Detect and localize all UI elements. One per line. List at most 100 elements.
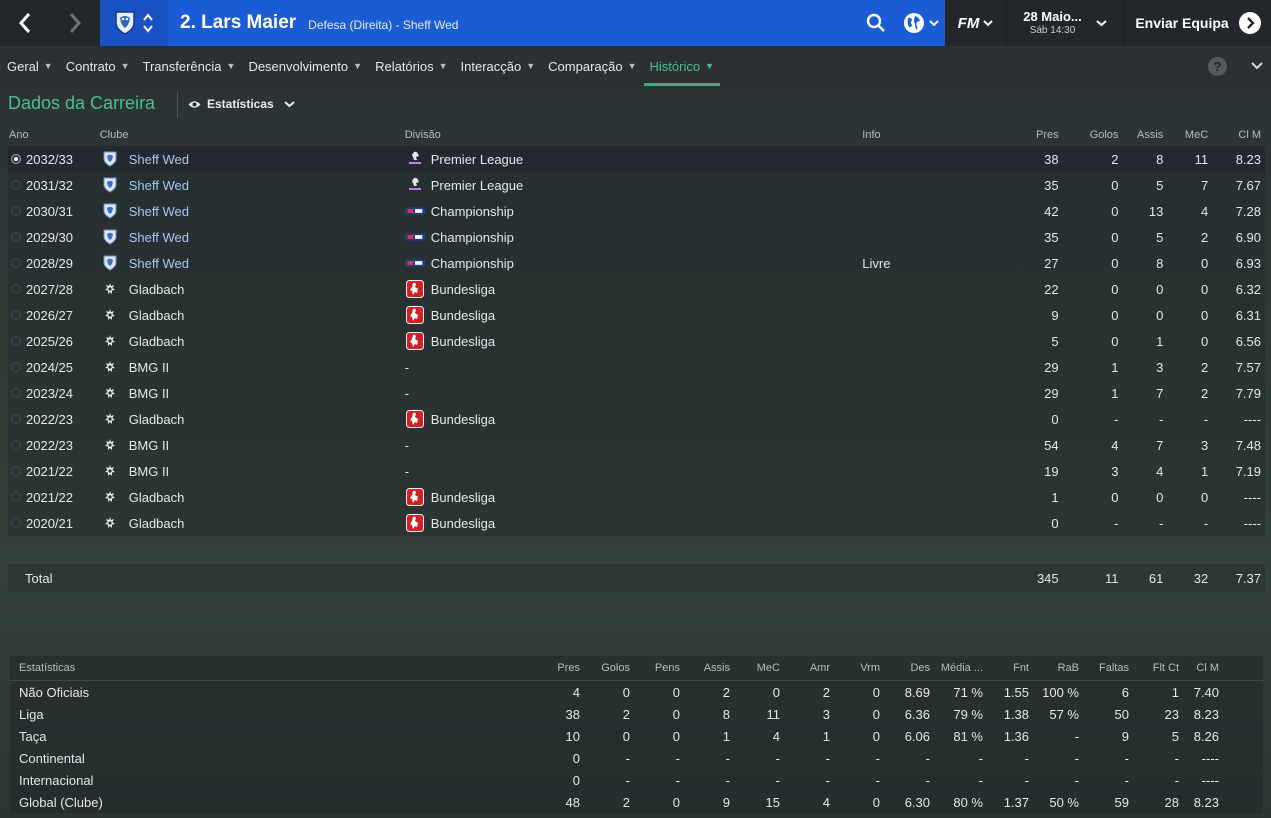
row-select-radio[interactable] (11, 154, 21, 164)
career-row[interactable]: 2022/23 Gladbach Bundesliga 0- - - ---- (8, 406, 1265, 432)
career-table: Ano Clube Divisão Info Pres Golos Assis … (8, 124, 1265, 536)
col-stat-name[interactable]: Estatísticas (10, 662, 530, 674)
col-golos[interactable]: Golos (580, 662, 630, 674)
tab-comparacao[interactable]: Comparação ▼ (542, 46, 642, 86)
career-pres: 5 (1051, 333, 1059, 349)
tab-contrato[interactable]: Contrato ▼ (60, 46, 136, 86)
col-mec[interactable]: MeC (730, 662, 780, 674)
career-club[interactable]: Sheff Wed (129, 152, 189, 167)
col-fnt[interactable]: Fnt (983, 662, 1029, 674)
row-select-radio[interactable] (11, 362, 21, 372)
career-row[interactable]: 2031/32 Sheff Wed Premier League 35 0 5 7 7.67 (8, 172, 1265, 198)
career-club[interactable]: Sheff Wed (129, 178, 189, 193)
career-year: 2025/26 (26, 333, 73, 349)
chevron-down-icon: ▼ (705, 61, 715, 71)
send-team-button[interactable]: Enviar Equipa (1125, 0, 1271, 46)
career-row[interactable]: 2032/33 Sheff Wed Premier League 38 2 8 11 8.23 (8, 146, 1265, 172)
col-pres[interactable]: Pres (530, 662, 580, 674)
stats-clm: 8.23 (1193, 794, 1219, 810)
career-club[interactable]: Sheff Wed (129, 204, 189, 219)
career-row[interactable]: 2023/24 BMG II - 29 1 7 2 7.79 (8, 380, 1265, 406)
fm-menu-button[interactable]: FM (945, 0, 1006, 46)
career-row[interactable]: 2028/29 Sheff Wed Championship Livre 27 0 8 0 6.… (8, 250, 1265, 276)
career-division: Championship (430, 203, 514, 219)
bundesliga-icon (405, 332, 425, 350)
career-row[interactable]: 2030/31 Sheff Wed Championship 42 0 13 4 7.28 (8, 198, 1265, 224)
fm-logo: FM (957, 14, 980, 32)
player-position-club: Defesa (Direita) - Sheff Wed (308, 17, 459, 32)
search-button[interactable] (855, 0, 897, 46)
row-select-radio[interactable] (11, 518, 21, 528)
career-row[interactable]: 2020/21 Gladbach Bundesliga 0- - - ---- (8, 510, 1265, 536)
row-select-radio[interactable] (11, 414, 21, 424)
career-club: Gladbach (128, 489, 185, 505)
col-fltct[interactable]: Flt Ct (1129, 662, 1179, 674)
forward-button[interactable] (50, 0, 100, 46)
back-button[interactable] (0, 0, 50, 46)
stats-fnt: 1.36 (1003, 728, 1029, 744)
row-select-radio[interactable] (11, 466, 21, 476)
career-row[interactable]: 2026/27 Gladbach Bundesliga 9 0 0 0 6.31 (8, 302, 1265, 328)
date-button[interactable]: 28 Maio... Sáb 14:30 (1006, 0, 1124, 46)
col-clm[interactable]: Cl M (1208, 129, 1265, 141)
row-select-radio[interactable] (11, 388, 21, 398)
stats-competition: Liga (19, 706, 44, 722)
row-select-radio[interactable] (11, 284, 21, 294)
col-pens[interactable]: Pens (630, 662, 680, 674)
col-mec[interactable]: MeC (1163, 129, 1208, 141)
career-division: Bundesliga (430, 411, 496, 427)
send-team-label: Enviar Equipa (1135, 15, 1229, 31)
world-menu-button[interactable] (897, 0, 945, 46)
col-clm[interactable]: Cl M (1179, 662, 1229, 674)
career-row[interactable]: 2024/25 BMG II - 29 1 3 2 7.57 (8, 354, 1265, 380)
col-year[interactable]: Ano (8, 129, 100, 141)
row-select-radio[interactable] (11, 206, 21, 216)
tab-relatorios[interactable]: Relatórios ▼ (369, 46, 453, 86)
career-row[interactable]: 2029/30 Sheff Wed Championship 35 0 5 2 6.90 (8, 224, 1265, 250)
bundesliga-icon (405, 410, 425, 428)
col-assis[interactable]: Assis (680, 662, 730, 674)
tab-historico[interactable]: Histórico ▼ (643, 46, 721, 86)
career-row[interactable]: 2027/28 Gladbach Bundesliga 22 0 0 0 6.32 (8, 276, 1265, 302)
owl-crest-icon (100, 203, 120, 219)
tab-interaccao[interactable]: Interacção ▼ (455, 46, 542, 86)
tab-transferencia[interactable]: Transferência ▼ (137, 46, 242, 86)
col-pres[interactable]: Pres (1012, 129, 1059, 141)
career-row[interactable]: 2021/22 BMG II - 19 3 4 1 7.19 (8, 458, 1265, 484)
row-select-radio[interactable] (11, 336, 21, 346)
view-selector[interactable]: Estatísticas (188, 97, 295, 111)
row-select-radio[interactable] (11, 440, 21, 450)
row-select-radio[interactable] (11, 492, 21, 502)
col-media[interactable]: Média ... (930, 662, 983, 674)
career-club[interactable]: Sheff Wed (129, 230, 189, 245)
career-row[interactable]: 2025/26 Gladbach Bundesliga 5 0 1 0 6.56 (8, 328, 1265, 354)
career-row[interactable]: 2022/23 BMG II - 54 4 7 3 7.48 (8, 432, 1265, 458)
col-club[interactable]: Clube (100, 129, 405, 141)
row-select-radio[interactable] (11, 310, 21, 320)
col-division[interactable]: Divisão (405, 129, 863, 141)
stats-pres: 10 (565, 728, 580, 744)
col-golos[interactable]: Golos (1059, 129, 1119, 141)
career-clm: 7.28 (1235, 203, 1261, 219)
club-selector[interactable] (100, 0, 168, 46)
career-row[interactable]: 2021/22 Gladbach Bundesliga 1 0 0 0 ---- (8, 484, 1265, 510)
tab-geral[interactable]: Geral ▼ (1, 46, 59, 86)
col-rab[interactable]: RaB (1029, 662, 1079, 674)
stats-golos: 2 (622, 794, 630, 810)
col-des[interactable]: Des (880, 662, 930, 674)
career-club[interactable]: Sheff Wed (129, 256, 189, 271)
tab-desenvolvimento[interactable]: Desenvolvimento ▼ (242, 46, 368, 86)
up-down-arrows-icon[interactable] (142, 12, 154, 34)
col-amr[interactable]: Amr (780, 662, 830, 674)
col-faltas[interactable]: Faltas (1079, 662, 1129, 674)
row-select-radio[interactable] (11, 258, 21, 268)
help-button[interactable]: ? (1208, 57, 1227, 76)
chevron-down-icon (1251, 62, 1263, 70)
career-club: BMG II (128, 463, 170, 479)
row-select-radio[interactable] (11, 232, 21, 242)
col-info[interactable]: Info (862, 129, 1012, 141)
col-assis[interactable]: Assis (1118, 129, 1163, 141)
row-select-radio[interactable] (11, 180, 21, 190)
col-vrm[interactable]: Vrm (830, 662, 880, 674)
tab-overflow-button[interactable] (1251, 58, 1263, 73)
